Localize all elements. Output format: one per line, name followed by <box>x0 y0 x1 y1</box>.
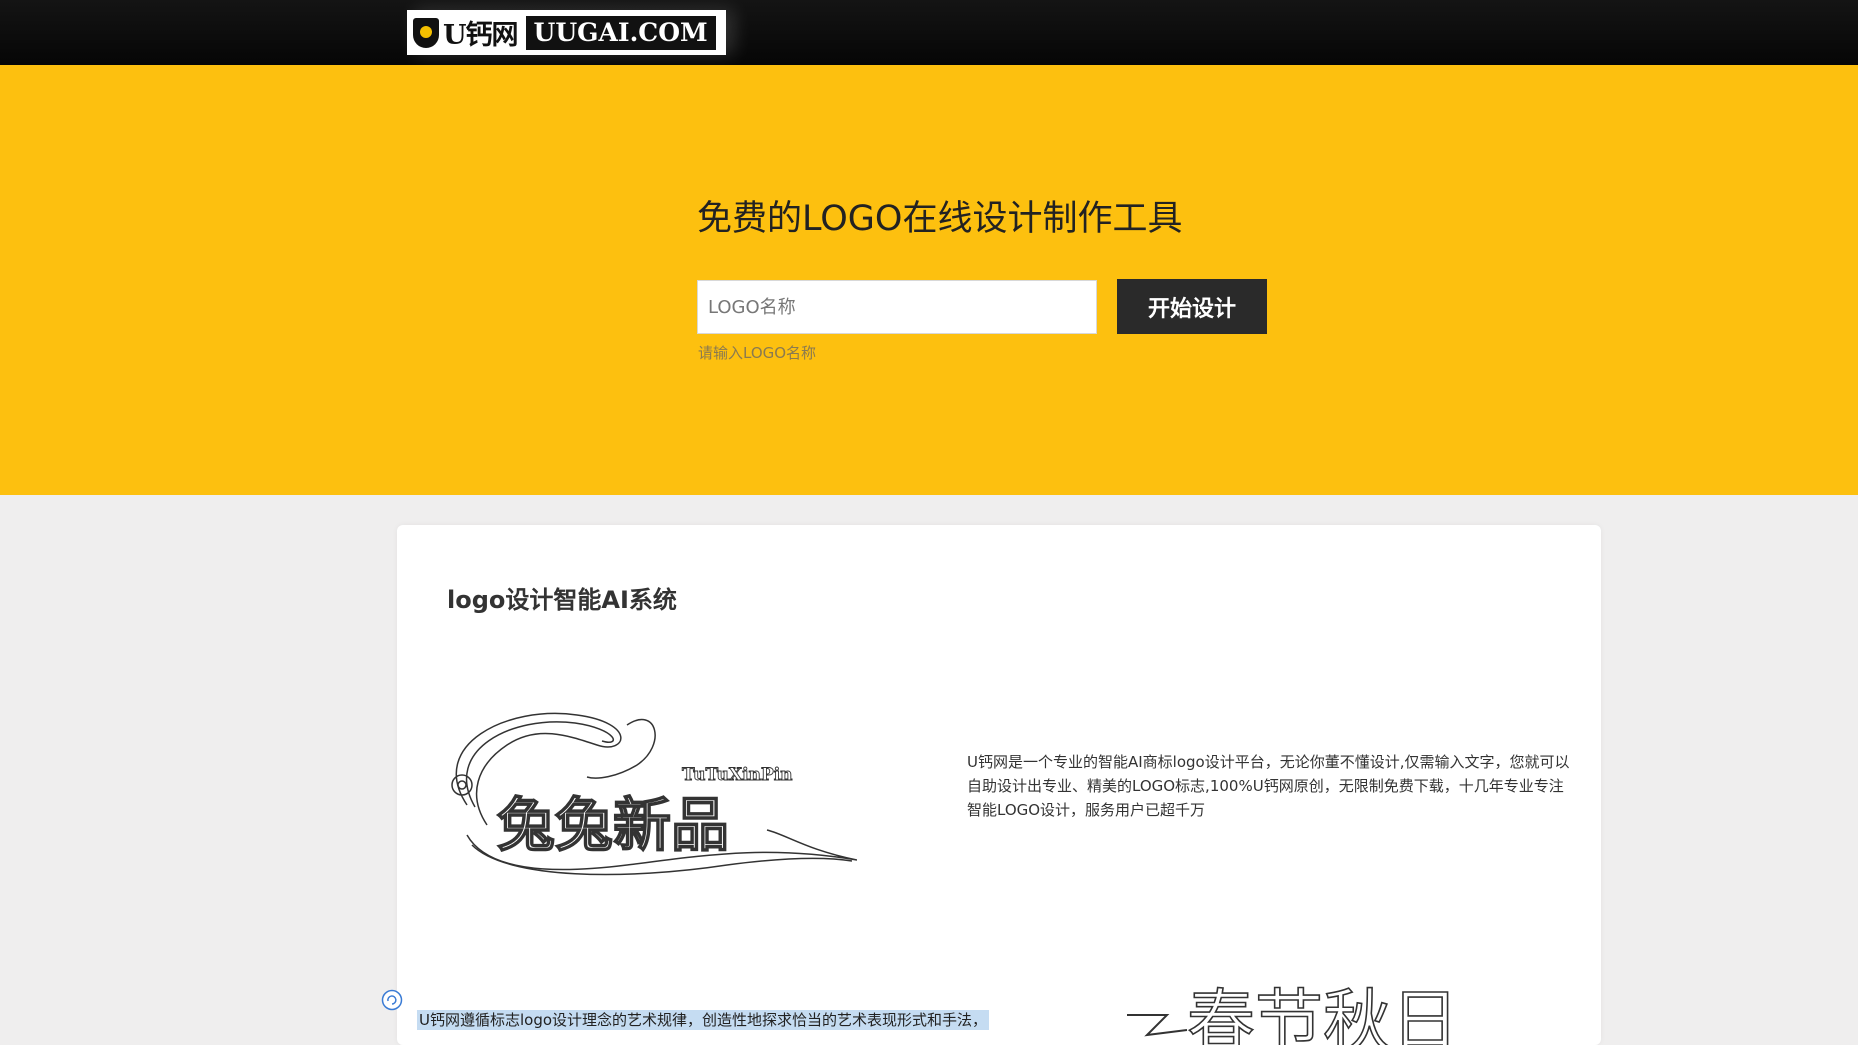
top-bar: U钙网 UUGAI.COM <box>0 0 1858 65</box>
sample-logo-title: 兔兔新品 <box>497 791 729 859</box>
content-card: logo设计智能AI系统 兔兔新品 TuTuXinPin U钙网是一个专业的智能… <box>397 525 1601 1045</box>
hero-title: 免费的LOGO在线设计制作工具 <box>697 199 1183 239</box>
sample-logo-tutu: 兔兔新品 TuTuXinPin <box>451 712 857 876</box>
logo-name-input[interactable] <box>697 280 1097 334</box>
logo-en-text: UUGAI.COM <box>525 15 716 50</box>
section-title: logo设计智能AI系统 <box>447 586 677 614</box>
shield-icon <box>413 17 439 48</box>
selected-text: U钙网遵循标志logo设计理念的艺术规律，创造性地探求恰当的艺术表现形式和手法， <box>417 1010 990 1030</box>
start-design-button[interactable]: 开始设计 <box>1117 279 1267 334</box>
sample-logo-2-title: 春节秋日 <box>1187 983 1459 1045</box>
intro-paragraph: U钙网是一个专业的智能AI商标logo设计平台，无论你董不懂设计,仅需输入文字，… <box>967 753 1570 819</box>
site-logo[interactable]: U钙网 UUGAI.COM <box>407 10 726 55</box>
sample-logo-spring: 春节秋日 <box>1127 982 1460 1045</box>
input-hint: 请输入LOGO名称 <box>698 344 817 362</box>
chat-bubble-icon[interactable] <box>381 989 403 1011</box>
hero-banner: 免费的LOGO在线设计制作工具 开始设计 请输入LOGO名称 <box>0 65 1858 495</box>
sample-logo-subtitle: TuTuXinPin <box>682 765 793 785</box>
logo-cn-text: U钙网 <box>443 20 519 51</box>
